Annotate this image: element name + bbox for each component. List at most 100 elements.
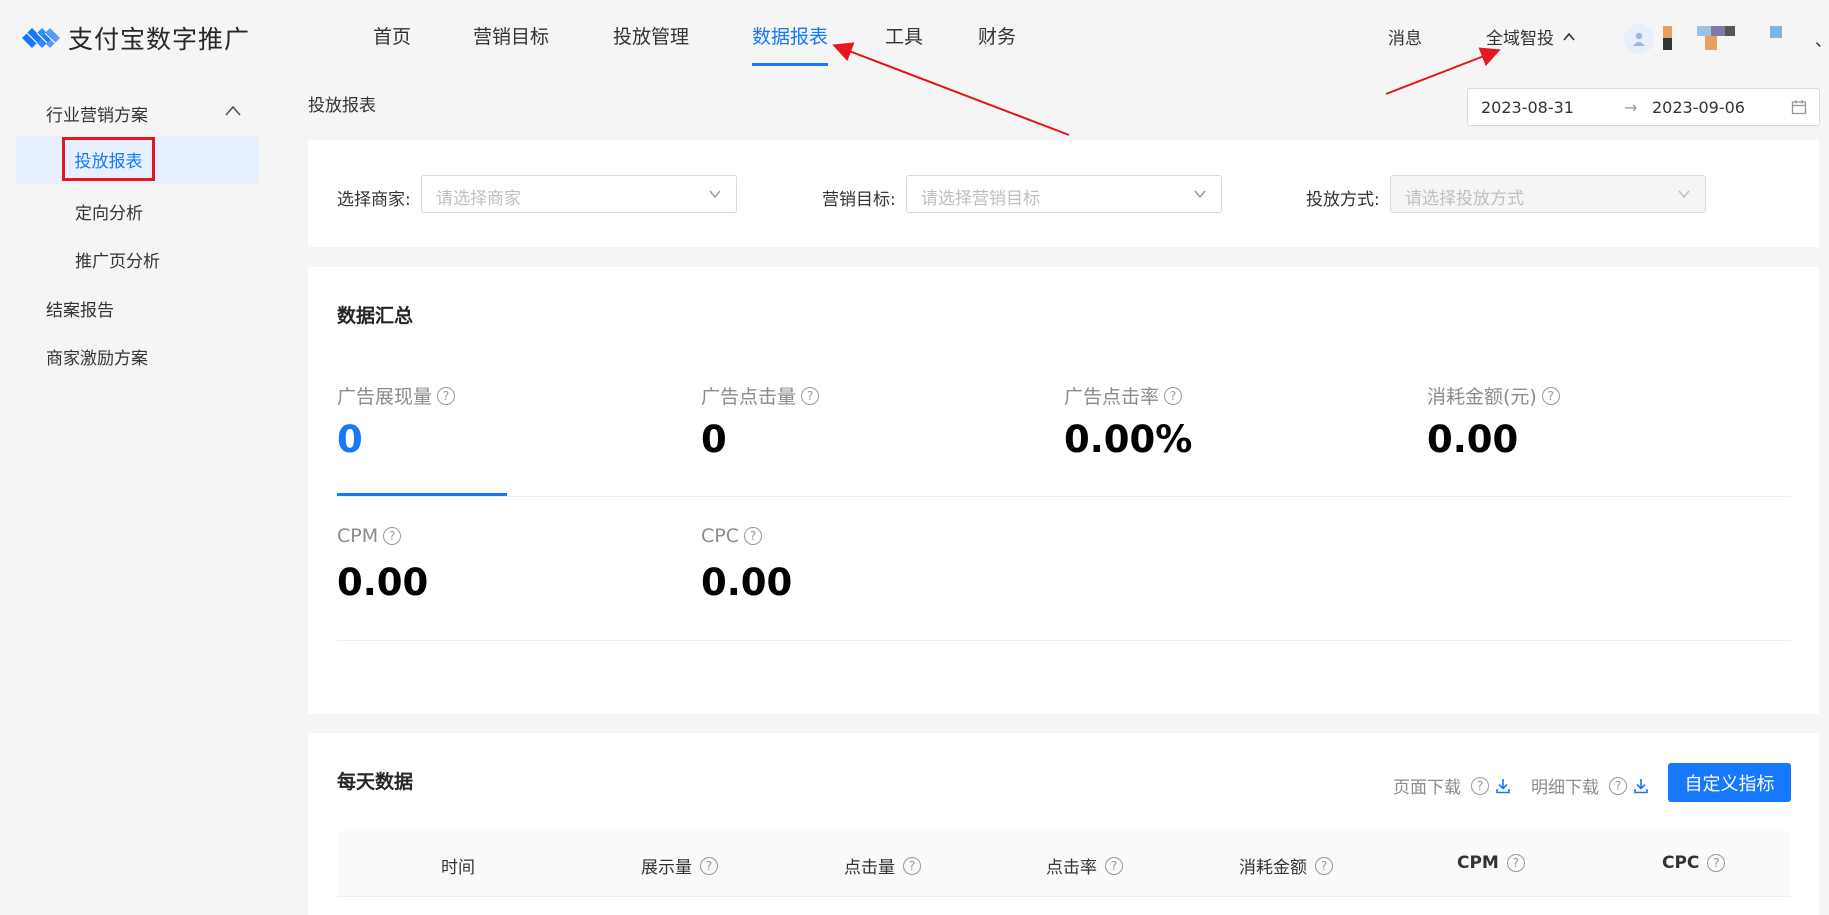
summary-card <box>308 267 1819 714</box>
merchant-select[interactable]: 请选择商家 <box>421 175 737 213</box>
merchant-select-placeholder: 请选择商家 <box>436 189 521 209</box>
calendar-icon[interactable] <box>1791 99 1807 115</box>
nav-campaign-management[interactable]: 投放管理 <box>613 22 689 66</box>
nav-data-reports[interactable]: 数据报表 <box>752 22 829 66</box>
filter-delivery-method-label: 投放方式: <box>1306 190 1380 210</box>
column-header-clicks[interactable]: 点击量? <box>844 853 921 878</box>
metric-ctr-value: 0.00% <box>1064 418 1193 461</box>
metric-spend-label[interactable]: 消耗金额(元)? <box>1427 382 1560 409</box>
custom-metrics-button[interactable]: 自定义指标 <box>1668 763 1791 802</box>
metric-spend-value: 0.00 <box>1427 418 1519 461</box>
metric-cpc-label-text: CPC <box>701 525 739 547</box>
help-icon[interactable]: ? <box>1315 856 1333 875</box>
nav-tools[interactable]: 工具 <box>885 22 923 66</box>
metric-clicks-label-text: 广告点击量 <box>701 386 797 408</box>
help-icon[interactable]: ? <box>903 856 921 875</box>
chevron-down-icon <box>1194 190 1206 199</box>
top-navigation: 支付宝数字推广 首页 营销目标 投放管理 数据报表 工具 财务 消息 全域智投 … <box>0 0 1829 74</box>
column-header-cpm-label: CPM <box>1457 853 1499 873</box>
metric-impressions-label-text: 广告展现量 <box>337 386 433 408</box>
metric-cpm-label[interactable]: CPM? <box>337 525 402 547</box>
column-header-clicks-label: 点击量 <box>844 858 895 878</box>
marketing-goal-select[interactable]: 请选择营销目标 <box>906 175 1222 213</box>
metric-cpc-label[interactable]: CPC? <box>701 525 762 547</box>
chevron-down-icon <box>709 190 721 199</box>
column-header-cpc-label: CPC <box>1662 853 1700 873</box>
chevron-up-icon[interactable] <box>224 104 242 118</box>
help-icon[interactable]: ? <box>1506 854 1525 872</box>
page-download-link[interactable]: 页面下载 ? <box>1393 773 1511 798</box>
help-icon[interactable]: ? <box>437 386 456 405</box>
sidebar-item-merchant-incentive[interactable]: 商家激励方案 <box>46 344 148 369</box>
nav-home[interactable]: 首页 <box>373 22 411 66</box>
daily-data-title: 每天数据 <box>337 771 414 793</box>
help-icon[interactable]: ? <box>1164 386 1183 405</box>
date-start[interactable]: 2023-08-31 <box>1481 98 1574 117</box>
brand-logo[interactable]: 支付宝数字推广 <box>18 20 250 56</box>
account-trailing-mark: 、 <box>1815 26 1829 51</box>
mode-label: 全域智投 <box>1486 29 1554 49</box>
detail-download-label: 明细下载 <box>1531 778 1599 798</box>
date-separator: → <box>1624 98 1638 117</box>
help-icon[interactable]: ? <box>1707 854 1726 872</box>
metric-cpm-value: 0.00 <box>337 561 429 604</box>
help-icon[interactable]: ? <box>383 527 402 545</box>
help-icon[interactable]: ? <box>744 527 762 545</box>
date-range-picker[interactable]: 2023-08-31 → 2023-09-06 <box>1467 88 1820 126</box>
help-icon[interactable]: ? <box>1471 776 1489 795</box>
filter-merchant-label: 选择商家: <box>337 190 411 210</box>
metric-clicks-value: 0 <box>701 418 727 461</box>
delivery-method-select[interactable]: 请选择投放方式 <box>1390 175 1706 213</box>
marketing-goal-select-placeholder: 请选择营销目标 <box>921 189 1040 209</box>
column-header-cpm[interactable]: CPM? <box>1457 853 1525 873</box>
filter-goal-label: 营销目标: <box>822 190 896 210</box>
help-icon[interactable]: ? <box>1609 776 1627 795</box>
sidebar-item-delivery-report[interactable]: 投放报表 <box>62 137 155 181</box>
page-title: 投放报表 <box>308 96 376 116</box>
help-icon[interactable]: ? <box>801 386 820 405</box>
column-header-spend-label: 消耗金额 <box>1239 858 1307 878</box>
divider <box>337 640 1791 641</box>
help-icon[interactable]: ? <box>1541 386 1560 405</box>
alipay-logo-icon <box>22 28 60 48</box>
column-header-ctr[interactable]: 点击率? <box>1046 853 1123 878</box>
column-header-cpc[interactable]: CPC? <box>1662 853 1726 873</box>
metric-clicks-label[interactable]: 广告点击量? <box>701 382 820 409</box>
column-header-time[interactable]: 时间 <box>441 853 475 878</box>
sidebar-item-targeting-analysis[interactable]: 定向分析 <box>75 199 143 224</box>
messages-link[interactable]: 消息 <box>1388 24 1422 49</box>
brand-name: 支付宝数字推广 <box>68 25 251 54</box>
metric-ctr-label[interactable]: 广告点击率? <box>1064 382 1183 409</box>
metric-spend-label-text: 消耗金额(元) <box>1427 386 1537 408</box>
date-end[interactable]: 2023-09-06 <box>1652 98 1745 117</box>
page-download-label: 页面下载 <box>1393 778 1461 798</box>
sidebar-group-industry-solutions[interactable]: 行业营销方案 <box>46 101 148 126</box>
download-icon[interactable] <box>1633 778 1649 794</box>
sidebar-item-closing-report[interactable]: 结案报告 <box>46 296 114 321</box>
help-icon[interactable]: ? <box>700 856 718 875</box>
metric-cpm-label-text: CPM <box>337 525 379 547</box>
metric-impressions-value: 0 <box>337 418 363 461</box>
column-header-impressions-label: 展示量 <box>641 858 692 878</box>
nav-finance[interactable]: 财务 <box>978 22 1016 66</box>
nav-marketing-goal[interactable]: 营销目标 <box>473 22 549 66</box>
daily-table-header: 时间 展示量? 点击量? 点击率? 消耗金额? CPM? CPC? <box>337 831 1791 897</box>
chevron-up-icon <box>1563 32 1575 41</box>
metric-cpc-value: 0.00 <box>701 561 793 604</box>
metric-ctr-label-text: 广告点击率 <box>1064 386 1160 408</box>
column-header-ctr-label: 点击率 <box>1046 858 1097 878</box>
column-header-time-label: 时间 <box>441 858 475 878</box>
mode-switcher[interactable]: 全域智投 <box>1486 24 1576 49</box>
download-icon[interactable] <box>1495 778 1511 794</box>
column-header-spend[interactable]: 消耗金额? <box>1239 853 1333 878</box>
avatar[interactable] <box>1624 24 1654 54</box>
column-header-impressions[interactable]: 展示量? <box>641 853 718 878</box>
summary-title: 数据汇总 <box>337 305 414 327</box>
delivery-method-select-placeholder: 请选择投放方式 <box>1405 189 1524 209</box>
metric-impressions-label[interactable]: 广告展现量? <box>337 382 456 409</box>
help-icon[interactable]: ? <box>1105 856 1123 875</box>
chevron-down-icon <box>1678 190 1690 199</box>
user-icon <box>1633 32 1645 46</box>
detail-download-link[interactable]: 明细下载 ? <box>1531 773 1649 798</box>
sidebar-item-landing-page-analysis[interactable]: 推广页分析 <box>75 247 160 272</box>
